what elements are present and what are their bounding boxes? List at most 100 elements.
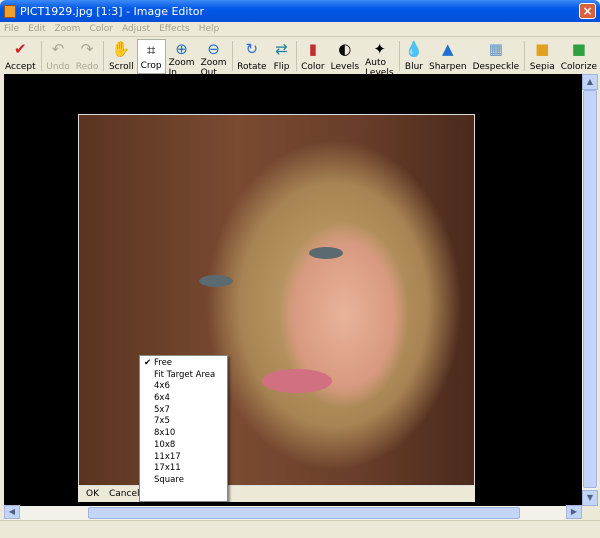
image-canvas[interactable]: OK Cancel	[4, 74, 582, 506]
menu-edit[interactable]: Edit	[28, 22, 45, 36]
flip-button[interactable]: ⇄ Flip	[270, 39, 294, 74]
crop-label: Crop	[140, 61, 162, 71]
crop-option-label: 10x8	[154, 439, 176, 450]
flip-icon: ⇄	[275, 40, 288, 58]
crop-option[interactable]: 5x7	[140, 405, 227, 417]
toolbar-separator	[399, 41, 400, 71]
crop-option[interactable]: 4x6	[140, 381, 227, 393]
crop-option[interactable]: 11x17	[140, 452, 227, 464]
despeckle-button[interactable]: ▦ Despeckle	[470, 39, 523, 74]
scroll-left-arrow[interactable]: ◀	[4, 505, 20, 519]
crop-option[interactable]: 17x11	[140, 463, 227, 475]
crop-option[interactable]: ✔ Free	[140, 358, 227, 370]
sepia-button[interactable]: ■ Sepia	[527, 39, 558, 74]
crop-option-label: 6x4	[154, 393, 170, 404]
color-label: Color	[301, 62, 325, 72]
rotate-icon: ↻	[245, 40, 259, 58]
scroll-right-arrow[interactable]: ▶	[566, 505, 582, 519]
despeckle-label: Despeckle	[472, 62, 520, 72]
horizontal-scrollbar[interactable]: ◀ ▶	[4, 505, 582, 520]
crop-option-label: 5x7	[154, 404, 170, 415]
zoom-in-icon: ⊕	[175, 40, 188, 58]
auto-levels-button[interactable]: ✦ Auto Levels	[362, 39, 397, 78]
crop-bar: OK Cancel	[78, 486, 475, 502]
scroll-button[interactable]: ✋ Scroll	[106, 39, 137, 74]
levels-label: Levels	[330, 62, 360, 72]
menu-adjust[interactable]: Adjust	[122, 22, 150, 36]
crop-option-label: Square	[154, 474, 184, 485]
scroll-icon: ✋	[111, 40, 131, 58]
redo-button[interactable]: ↷ Redo	[73, 39, 102, 74]
redo-icon: ↷	[80, 40, 94, 58]
blur-button[interactable]: 💧 Blur	[402, 39, 426, 74]
menu-effects[interactable]: Effects	[159, 22, 190, 36]
crop-option[interactable]: 8x10	[140, 428, 227, 440]
crop-option[interactable]: Fit Target Area	[140, 370, 227, 382]
app-icon	[4, 4, 16, 18]
menu-color[interactable]: Color	[89, 22, 113, 36]
crop-option-label: 17x11	[154, 463, 181, 474]
vertical-scrollbar[interactable]: ▲ ▼	[582, 74, 598, 506]
undo-label: Undo	[46, 62, 70, 72]
levels-icon: ◐	[338, 40, 352, 58]
toolbar-separator	[524, 41, 525, 71]
crop-button[interactable]: ⌗ Crop	[136, 39, 166, 74]
vertical-scroll-thumb[interactable]	[583, 90, 597, 488]
scroll-label: Scroll	[108, 62, 134, 72]
photo-lips	[262, 369, 332, 393]
rotate-button[interactable]: ↻ Rotate	[234, 39, 269, 74]
photo-eye	[309, 247, 343, 259]
auto-levels-icon: ✦	[373, 40, 386, 58]
sharpen-label: Sharpen	[429, 62, 467, 72]
zoom-out-button[interactable]: ⊖ Zoom Out	[198, 39, 230, 78]
crop-option-label: 4x6	[154, 381, 170, 392]
scroll-down-arrow[interactable]: ▼	[582, 490, 598, 506]
toolbar: ✔ Accept ↶ Undo ↷ Redo ✋ Scroll ⌗ Crop ⊕ Zoom In ⊖ Zo…	[0, 37, 600, 78]
photo[interactable]	[78, 114, 475, 486]
zoom-out-icon: ⊖	[207, 40, 220, 58]
scroll-up-arrow[interactable]: ▲	[582, 74, 598, 90]
crop-option-label: Free	[154, 358, 173, 368]
sepia-icon: ■	[535, 40, 550, 58]
colorize-label: Colorize	[560, 62, 598, 72]
crop-option[interactable]: 10x8	[140, 440, 227, 452]
crop-option-label: 8x10	[154, 428, 176, 439]
accept-button[interactable]: ✔ Accept	[2, 39, 39, 74]
sharpen-icon: ▲	[442, 40, 454, 58]
horizontal-scroll-thumb[interactable]	[88, 507, 520, 519]
despeckle-icon: ▦	[488, 40, 503, 58]
sharpen-button[interactable]: ▲ Sharpen	[426, 39, 470, 74]
title-bar: PICT1929.jpg [1:3] - Image Editor ×	[0, 0, 600, 22]
menu-help[interactable]: Help	[199, 22, 220, 36]
check-icon: ✔	[144, 358, 152, 368]
levels-button[interactable]: ◐ Levels	[328, 39, 362, 74]
toolbar-separator	[295, 41, 297, 71]
blur-label: Blur	[404, 62, 423, 72]
undo-icon: ↶	[51, 40, 65, 58]
rotate-label: Rotate	[237, 62, 267, 72]
photo-eye	[199, 275, 233, 287]
crop-option[interactable]: 6x4	[140, 393, 227, 405]
close-button[interactable]: ×	[579, 3, 596, 19]
flip-label: Flip	[273, 62, 290, 72]
undo-button[interactable]: ↶ Undo	[43, 39, 73, 74]
ok-button[interactable]: OK	[86, 489, 99, 499]
accept-label: Accept	[5, 62, 36, 72]
window-title: PICT1929.jpg [1:3] - Image Editor	[20, 4, 205, 18]
color-button[interactable]: ▮ Color	[298, 39, 328, 74]
toolbar-separator	[40, 41, 42, 71]
menu-bar: File Edit Zoom Color Adjust Effects Help	[0, 22, 600, 37]
cancel-button[interactable]: Cancel	[109, 489, 140, 499]
zoom-in-button[interactable]: ⊕ Zoom In	[166, 39, 198, 78]
crop-icon: ⌗	[146, 41, 156, 59]
menu-file[interactable]: File	[4, 22, 19, 36]
menu-zoom[interactable]: Zoom	[55, 22, 81, 36]
sepia-label: Sepia	[529, 62, 555, 72]
crop-option-label: 11x17	[154, 451, 181, 462]
color-icon: ▮	[308, 40, 317, 58]
crop-option[interactable]: Square	[140, 475, 227, 487]
crop-option[interactable]: 7x5	[140, 416, 227, 428]
toolbar-separator	[231, 41, 233, 71]
colorize-button[interactable]: ■ Colorize	[558, 39, 600, 74]
status-bar	[0, 520, 600, 538]
